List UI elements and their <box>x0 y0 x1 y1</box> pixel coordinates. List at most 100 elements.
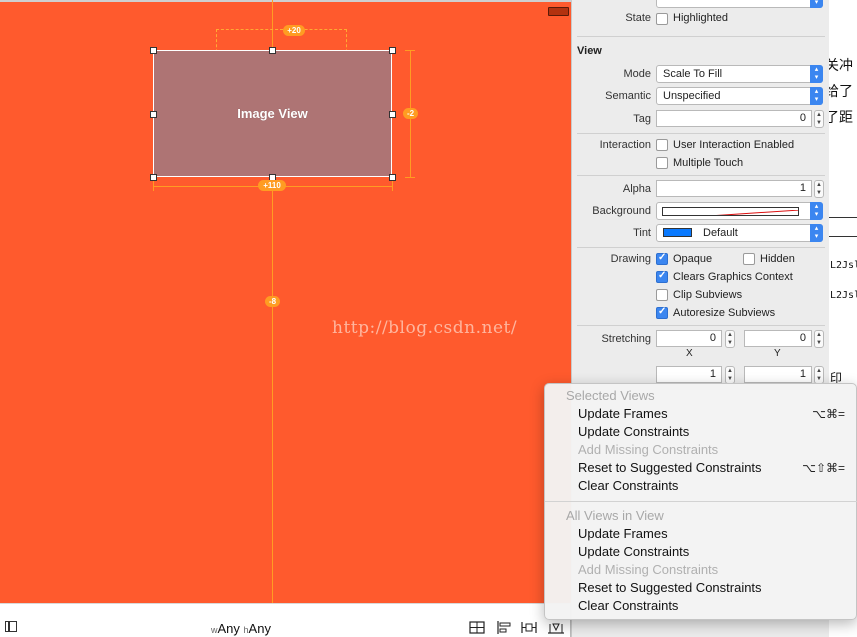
autoresize-subviews-checkbox[interactable] <box>656 306 668 319</box>
tint-label: Tint <box>633 227 651 239</box>
menu-item-reset-to-suggested-all[interactable]: Reset to Suggested Constraints <box>545 579 857 597</box>
multiple-touch-label: Multiple Touch <box>673 157 744 169</box>
center-x-constraint-badge[interactable]: -8 <box>265 296 280 307</box>
opaque-checkbox[interactable] <box>656 252 668 265</box>
mode-value: Scale To Fill <box>663 68 723 80</box>
view-section-header: View <box>577 45 602 57</box>
stretch-x-stepper[interactable]: ▲ ▼ <box>725 330 735 348</box>
height-constraint-cap-top <box>405 50 415 51</box>
hidden-checkbox[interactable] <box>743 253 755 265</box>
menu-item-clear-constraints[interactable]: Clear Constraints <box>545 477 857 495</box>
interaction-label: Interaction <box>599 139 651 151</box>
menu-item-label: Clear Constraints <box>578 598 679 613</box>
stretch-width-stepper[interactable]: ▲ ▼ <box>725 366 735 384</box>
watermark-text: http://blog.csdn.net/ <box>332 318 518 338</box>
scene-corner-indicator[interactable] <box>548 7 569 16</box>
section-separator <box>577 325 825 326</box>
autoresize-subviews-label: Autoresize Subviews <box>673 307 776 319</box>
menu-item-add-missing-constraints: Add Missing Constraints <box>545 441 857 459</box>
section-separator <box>577 247 825 248</box>
mode-popup[interactable]: Scale To Fill ▴ ▾ <box>656 65 823 83</box>
user-interaction-checkbox[interactable] <box>656 139 668 151</box>
menu-item-label: Add Missing Constraints <box>578 442 719 457</box>
tag-field[interactable]: 0 <box>656 110 812 127</box>
popup-chevron-icon: ▴▾ <box>810 0 823 8</box>
resize-handle-bottom-right[interactable] <box>389 174 396 181</box>
width-constraint-cap-left <box>153 181 154 191</box>
resize-handle-right[interactable] <box>389 111 396 118</box>
tag-label: Tag <box>633 113 651 125</box>
stretch-y-field[interactable]: 0 <box>744 330 812 347</box>
tag-stepper[interactable]: ▲ ▼ <box>814 110 824 128</box>
background-color-swatch <box>662 207 799 216</box>
document-outline-toggle-icon[interactable] <box>5 621 17 632</box>
menu-item-label: Reset to Suggested Constraints <box>578 580 762 595</box>
stretch-x-field[interactable]: 0 <box>656 330 722 347</box>
width-constraint-cap-right <box>392 181 393 191</box>
background-label: Background <box>592 205 651 217</box>
highlighted-checkbox[interactable] <box>656 13 668 25</box>
drawing-label: Drawing <box>610 253 651 265</box>
multiple-touch-checkbox[interactable] <box>656 157 668 169</box>
strip-divider <box>829 236 857 237</box>
all-views-header: All Views in View <box>566 508 664 523</box>
strip-code-2: L2Jsl <box>830 290 857 301</box>
semantic-popup[interactable]: Unspecified ▴ ▾ <box>656 87 823 105</box>
menu-item-reset-to-suggested[interactable]: Reset to Suggested Constraints ⌥⇧⌘= <box>545 459 857 477</box>
strip-divider <box>829 217 857 218</box>
menu-item-clear-constraints-all[interactable]: Clear Constraints <box>545 597 857 615</box>
menu-item-shortcut: ⌥⇧⌘= <box>802 461 845 475</box>
y-caption: Y <box>774 348 781 359</box>
clip-subviews-label: Clip Subviews <box>673 289 743 301</box>
resize-handle-top-left[interactable] <box>150 47 157 54</box>
resolve-auto-layout-menu: Selected Views Update Frames ⌥⌘= Update C… <box>544 383 857 620</box>
tint-value: Default <box>703 227 738 239</box>
resolve-auto-layout-issues-icon[interactable] <box>547 621 564 634</box>
menu-item-update-frames[interactable]: Update Frames ⌥⌘= <box>545 405 857 423</box>
state-label: State <box>625 12 651 24</box>
resize-handle-top-right[interactable] <box>389 47 396 54</box>
stretch-height-stepper[interactable]: ▲ ▼ <box>814 366 824 384</box>
resize-handle-left[interactable] <box>150 111 157 118</box>
top-constraint-badge[interactable]: +20 <box>283 25 305 36</box>
stretch-height-field[interactable]: 1 <box>744 366 812 383</box>
popup-chevron-icon: ▴▾ <box>810 65 823 83</box>
hidden-label: Hidden <box>760 253 795 265</box>
menu-separator <box>545 501 857 502</box>
image-view[interactable]: Image View <box>153 50 392 177</box>
width-constraint-badge[interactable]: +110 <box>258 180 286 191</box>
clipped-top-popup[interactable]: ▴▾ <box>656 0 823 8</box>
menu-item-update-frames-all[interactable]: Update Frames <box>545 525 857 543</box>
clears-graphics-context-label: Clears Graphics Context <box>673 271 793 283</box>
resize-handle-top[interactable] <box>269 47 276 54</box>
alpha-field[interactable]: 1 <box>656 180 812 197</box>
popup-chevron-icon: ▴▾ <box>810 202 823 220</box>
storyboard-canvas[interactable]: Image View +20 -2 +110 -8 http://blog.cs… <box>0 0 571 603</box>
height-class-value: Any <box>248 621 271 636</box>
pin-icon[interactable] <box>521 621 537 634</box>
alpha-stepper[interactable]: ▲ ▼ <box>814 180 824 198</box>
clip-subviews-checkbox[interactable] <box>656 289 668 301</box>
menu-item-label: Update Frames <box>578 406 668 421</box>
height-constraint-cap-bottom <box>405 177 415 178</box>
menu-item-update-constraints-all[interactable]: Update Constraints <box>545 543 857 561</box>
tint-color-swatch <box>663 228 692 237</box>
stack-icon[interactable] <box>469 621 485 634</box>
strip-code-1: L2Jsl <box>830 260 857 271</box>
size-class-control[interactable]: wAny hAny <box>211 621 271 636</box>
semantic-value: Unspecified <box>663 90 721 102</box>
resize-handle-bottom-left[interactable] <box>150 174 157 181</box>
menu-item-shortcut: ⌥⌘= <box>812 407 845 421</box>
menu-item-label: Update Constraints <box>578 424 690 439</box>
clears-graphics-context-checkbox[interactable] <box>656 270 668 283</box>
stretch-width-field[interactable]: 1 <box>656 366 722 383</box>
user-interaction-label: User Interaction Enabled <box>673 139 795 151</box>
height-constraint-badge[interactable]: -2 <box>403 108 418 119</box>
section-separator <box>577 133 825 134</box>
menu-item-update-constraints[interactable]: Update Constraints <box>545 423 857 441</box>
highlighted-label: Highlighted <box>673 12 729 24</box>
align-icon[interactable] <box>496 621 512 634</box>
stretch-y-stepper[interactable]: ▲ ▼ <box>814 330 824 348</box>
mode-label: Mode <box>623 68 651 80</box>
canvas-top-divider <box>0 0 571 2</box>
